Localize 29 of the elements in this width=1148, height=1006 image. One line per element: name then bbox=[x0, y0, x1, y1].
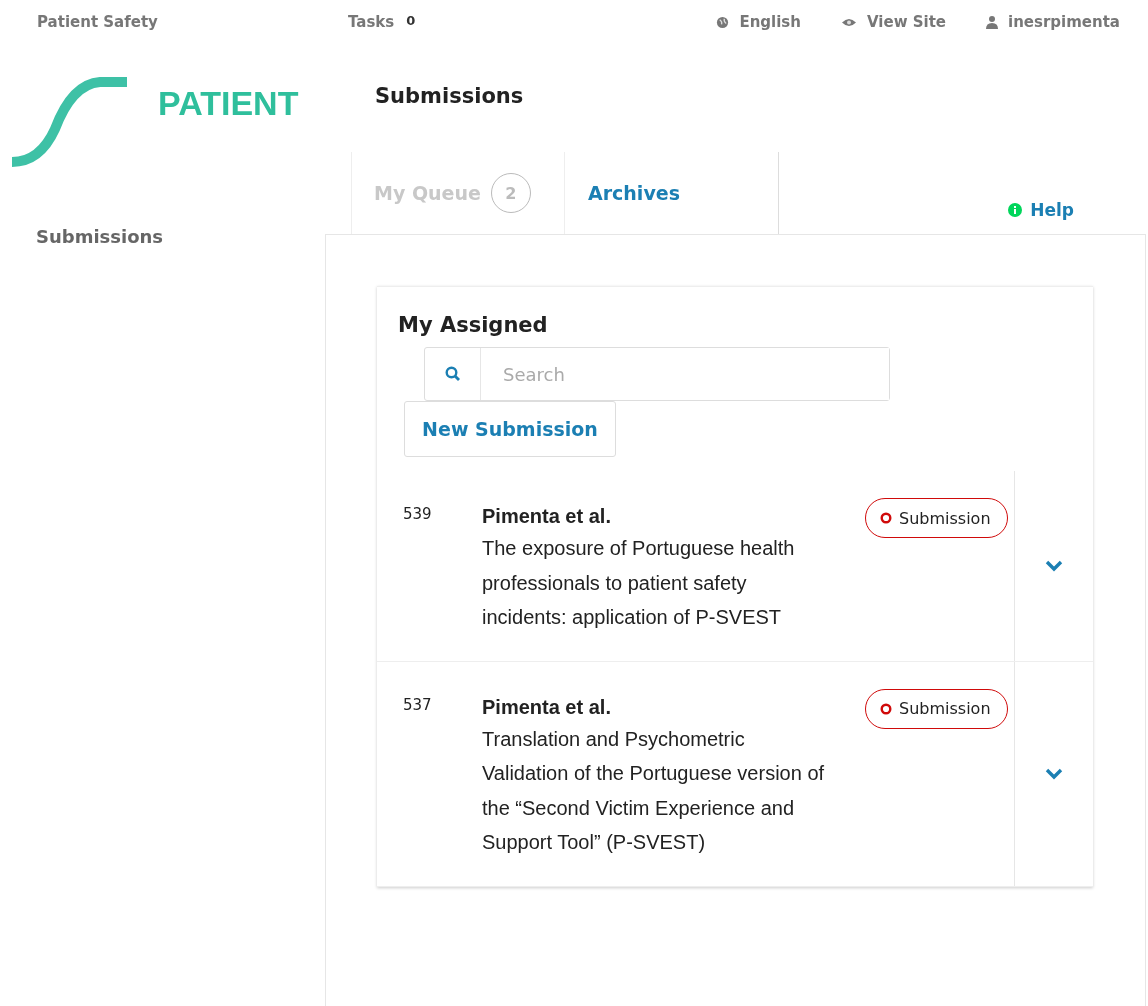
logo-text: PATIENT bbox=[158, 84, 299, 123]
circle-icon bbox=[880, 512, 892, 524]
page-title: Submissions bbox=[375, 84, 525, 110]
tasks-count: 0 bbox=[406, 13, 416, 30]
circle-icon bbox=[880, 702, 892, 715]
submission-title[interactable]: Translation and Psychometric Validation of the Portuguese version of the “Second Victim Experience and Support Tool” (P-SVEST) bbox=[482, 721, 827, 860]
user-menu[interactable]: inesrpimenta bbox=[1008, 13, 1120, 31]
submission-title[interactable]: The exposure of Portuguese health professionals to patient safety incidents: application of P-SVEST bbox=[482, 531, 827, 635]
top-link[interactable]: English bbox=[739, 13, 801, 31]
submission-authors: Pimenta et al. bbox=[482, 505, 612, 527]
logo-curve-icon bbox=[10, 74, 128, 170]
info-icon bbox=[1008, 203, 1023, 217]
submission-id: 539 bbox=[403, 505, 433, 523]
tab[interactable]: Archives bbox=[565, 152, 779, 234]
tasks-link[interactable]: Tasks bbox=[348, 13, 395, 31]
sidebar-item[interactable]: Submissions bbox=[36, 226, 325, 247]
chevron-down-icon[interactable] bbox=[1045, 767, 1063, 780]
site-name[interactable]: Patient Safety bbox=[37, 13, 348, 31]
help-link[interactable]: Help bbox=[990, 186, 1092, 234]
search-field[interactable]: Search bbox=[424, 347, 890, 401]
eye-icon bbox=[841, 16, 857, 28]
chevron-down-icon[interactable] bbox=[1045, 559, 1063, 572]
panel-title: My Assigned bbox=[398, 313, 549, 337]
new-submission-button[interactable]: New Submission bbox=[404, 401, 616, 457]
search-icon bbox=[444, 366, 461, 382]
submission-id: 537 bbox=[403, 695, 433, 714]
top-link[interactable]: View Site bbox=[867, 13, 946, 31]
submission-authors: Pimenta et al. bbox=[482, 695, 612, 718]
user-icon bbox=[986, 15, 998, 29]
